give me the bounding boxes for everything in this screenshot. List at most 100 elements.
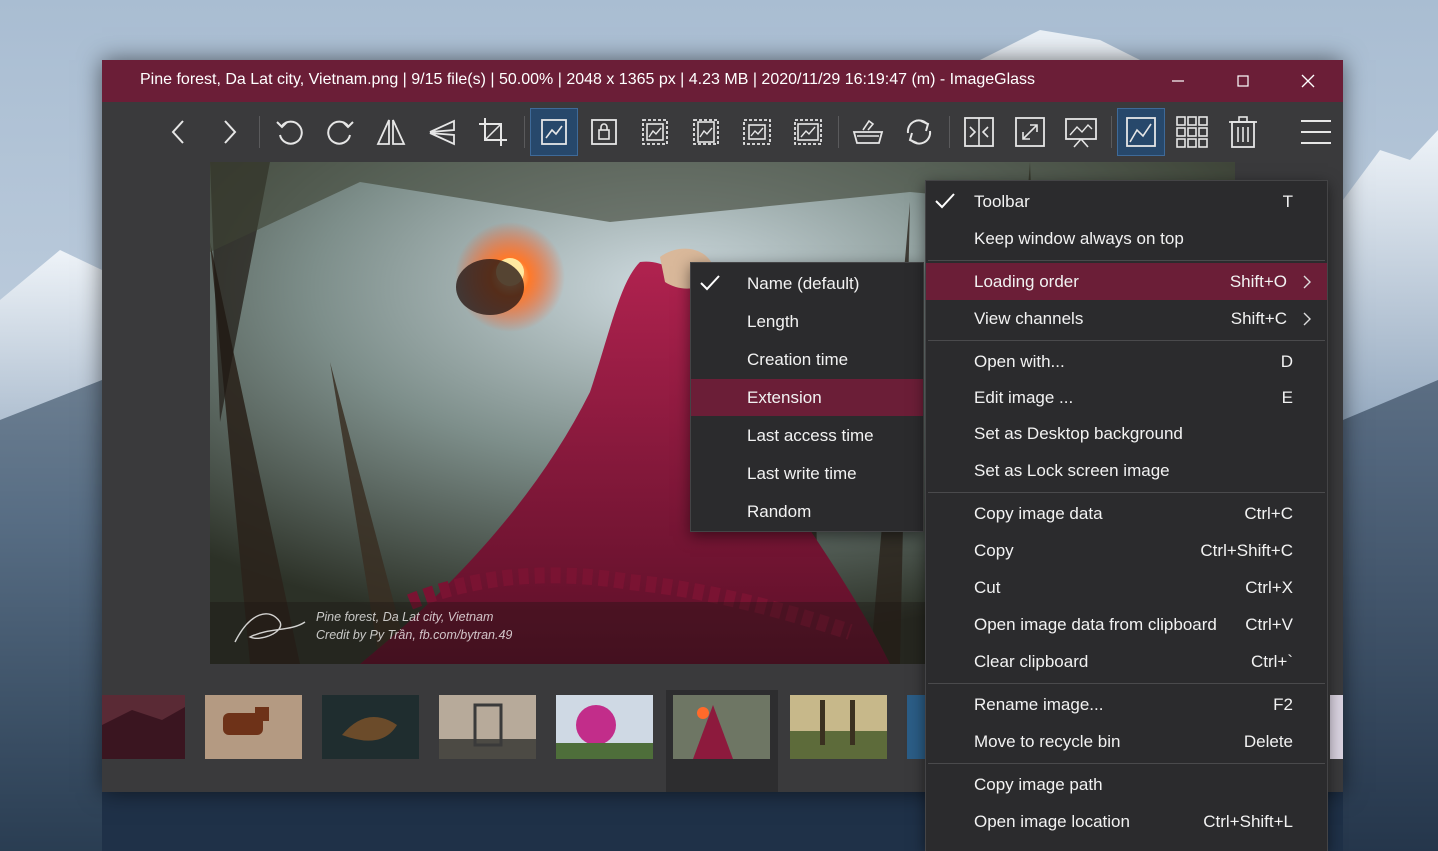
view-actual-size-icon bbox=[964, 117, 994, 147]
checkmark-icon bbox=[935, 193, 955, 209]
menu-item-keep-on-top[interactable]: Keep window always on top bbox=[926, 220, 1327, 257]
menu-item-open-image-location[interactable]: Open image location Ctrl+Shift+L bbox=[926, 803, 1327, 840]
checkerboard-button[interactable] bbox=[1168, 108, 1216, 156]
rotate-right-icon bbox=[327, 120, 354, 145]
thumbnail-item[interactable] bbox=[790, 695, 887, 759]
menu-item-copy-image-path[interactable]: Copy image path bbox=[926, 766, 1327, 803]
crop-icon bbox=[479, 118, 507, 146]
fullscreen-icon bbox=[1015, 117, 1045, 147]
view-actual-size-button[interactable] bbox=[955, 108, 1003, 156]
signature-logo bbox=[234, 613, 306, 643]
menu-item-loading-order[interactable]: Loading order Shift+O bbox=[926, 263, 1327, 300]
menu-item-shortcut: T bbox=[1282, 192, 1293, 211]
color-picker-button[interactable] bbox=[844, 108, 892, 156]
refresh-button[interactable] bbox=[895, 108, 943, 156]
auto-zoom-icon bbox=[541, 119, 567, 145]
thumbnail-item-selected[interactable] bbox=[673, 695, 770, 759]
menu-item-label: Loading order bbox=[974, 272, 1079, 291]
menu-item-rename-image[interactable]: Rename image... F2 bbox=[926, 686, 1327, 723]
menu-item-label: Open with... bbox=[974, 352, 1065, 371]
chevron-right-icon bbox=[1303, 312, 1311, 326]
flip-vertical-button[interactable] bbox=[418, 108, 466, 156]
thumbnail-item[interactable] bbox=[205, 695, 302, 759]
menu-item-last-access-time[interactable]: Last access time bbox=[691, 417, 923, 454]
flip-horizontal-icon bbox=[376, 119, 406, 145]
menu-separator bbox=[928, 260, 1325, 261]
window-title: Pine forest, Da Lat city, Vietnam.png | … bbox=[140, 71, 1036, 88]
thumbnail-item[interactable] bbox=[907, 695, 927, 759]
menu-item-label: Set as Lock screen image bbox=[974, 461, 1170, 480]
menu-item-open-from-clipboard[interactable]: Open image data from clipboard Ctrl+V bbox=[926, 606, 1327, 643]
scale-height-icon bbox=[693, 119, 719, 145]
crop-button[interactable] bbox=[469, 108, 517, 156]
scale-width-button[interactable] bbox=[631, 108, 679, 156]
menu-item-shortcut: Delete bbox=[1243, 732, 1293, 751]
menu-item-clear-clipboard[interactable]: Clear clipboard Ctrl+` bbox=[926, 643, 1327, 680]
thumbnail-item[interactable] bbox=[556, 695, 653, 759]
color-picker-icon bbox=[852, 119, 884, 144]
minimize-icon bbox=[1172, 80, 1184, 82]
menu-item-label: Copy bbox=[974, 541, 1014, 560]
menu-item-edit-image[interactable]: Edit image ... E bbox=[926, 379, 1327, 416]
menu-item-toolbar[interactable]: Toolbar T bbox=[926, 183, 1327, 220]
scale-to-fit-icon bbox=[743, 119, 771, 145]
fullscreen-button[interactable] bbox=[1006, 108, 1054, 156]
thumbnail-item[interactable] bbox=[102, 695, 185, 759]
menu-item-shortcut: Ctrl+C bbox=[1244, 504, 1293, 523]
menu-item-shortcut: Ctrl+X bbox=[1245, 578, 1293, 597]
menu-item-label: Set as Desktop background bbox=[974, 424, 1183, 443]
chevron-right-icon bbox=[1303, 275, 1311, 289]
slideshow-icon bbox=[1065, 118, 1097, 148]
menu-item-copy[interactable]: Copy Ctrl+Shift+C bbox=[926, 532, 1327, 569]
menu-separator bbox=[928, 340, 1325, 341]
menu-item-set-desktop-background[interactable]: Set as Desktop background bbox=[926, 415, 1327, 452]
rotate-right-button[interactable] bbox=[316, 108, 364, 156]
slideshow-button[interactable] bbox=[1057, 108, 1105, 156]
menu-item-last-write-time[interactable]: Last write time bbox=[691, 455, 923, 492]
lock-zoom-icon bbox=[591, 119, 617, 145]
menu-item-label: Length bbox=[747, 312, 799, 331]
menu-item-label: Last write time bbox=[747, 464, 857, 483]
toolbar-separator bbox=[259, 116, 260, 148]
minimize-button[interactable] bbox=[1148, 60, 1208, 102]
menu-item-label: Move to recycle bin bbox=[974, 732, 1121, 751]
refresh-icon bbox=[906, 119, 932, 145]
auto-zoom-button[interactable] bbox=[530, 108, 578, 156]
menu-item-move-to-recycle-bin[interactable]: Move to recycle bin Delete bbox=[926, 723, 1327, 760]
previous-button[interactable] bbox=[155, 108, 203, 156]
delete-icon bbox=[1229, 116, 1257, 148]
menu-item-label: Open image location bbox=[974, 812, 1130, 831]
lock-zoom-button[interactable] bbox=[580, 108, 628, 156]
toolbar-separator bbox=[1111, 116, 1112, 148]
menu-item-copy-image-data[interactable]: Copy image data Ctrl+C bbox=[926, 495, 1327, 532]
main-menu-button[interactable] bbox=[1292, 108, 1340, 156]
main-context-menu: Toolbar T Keep window always on top Load… bbox=[925, 180, 1328, 851]
delete-button[interactable] bbox=[1219, 108, 1267, 156]
toolbar-separator bbox=[838, 116, 839, 148]
menu-item-view-channels[interactable]: View channels Shift+C bbox=[926, 300, 1327, 337]
menu-item-creation-time[interactable]: Creation time bbox=[691, 341, 923, 378]
next-button[interactable] bbox=[205, 108, 253, 156]
menu-item-label: Rename image... bbox=[974, 695, 1104, 714]
scale-to-fill-button[interactable] bbox=[784, 108, 832, 156]
thumbnail-item[interactable] bbox=[322, 695, 419, 759]
thumbnail-bar-button[interactable] bbox=[1117, 108, 1165, 156]
menu-item-extension[interactable]: Extension bbox=[691, 379, 923, 416]
menu-item-set-lock-screen[interactable]: Set as Lock screen image bbox=[926, 452, 1327, 489]
menu-item-open-with[interactable]: Open with... D bbox=[926, 343, 1327, 380]
thumbnail-item[interactable] bbox=[439, 695, 536, 759]
menu-item-cut[interactable]: Cut Ctrl+X bbox=[926, 569, 1327, 606]
rotate-left-button[interactable] bbox=[266, 108, 314, 156]
menu-item-label: Toolbar bbox=[974, 192, 1030, 211]
flip-horizontal-button[interactable] bbox=[367, 108, 415, 156]
menu-item-shortcut: Ctrl+V bbox=[1245, 615, 1293, 634]
maximize-button[interactable] bbox=[1213, 60, 1273, 102]
menu-item-random[interactable]: Random bbox=[691, 493, 923, 530]
scale-height-button[interactable] bbox=[682, 108, 730, 156]
menu-icon bbox=[1301, 120, 1331, 144]
scale-to-fit-button[interactable] bbox=[733, 108, 781, 156]
menu-item-length[interactable]: Length bbox=[691, 303, 923, 340]
menu-item-name-default[interactable]: Name (default) bbox=[691, 265, 923, 302]
thumbnail-item[interactable] bbox=[1330, 695, 1343, 759]
close-button[interactable] bbox=[1278, 60, 1338, 102]
